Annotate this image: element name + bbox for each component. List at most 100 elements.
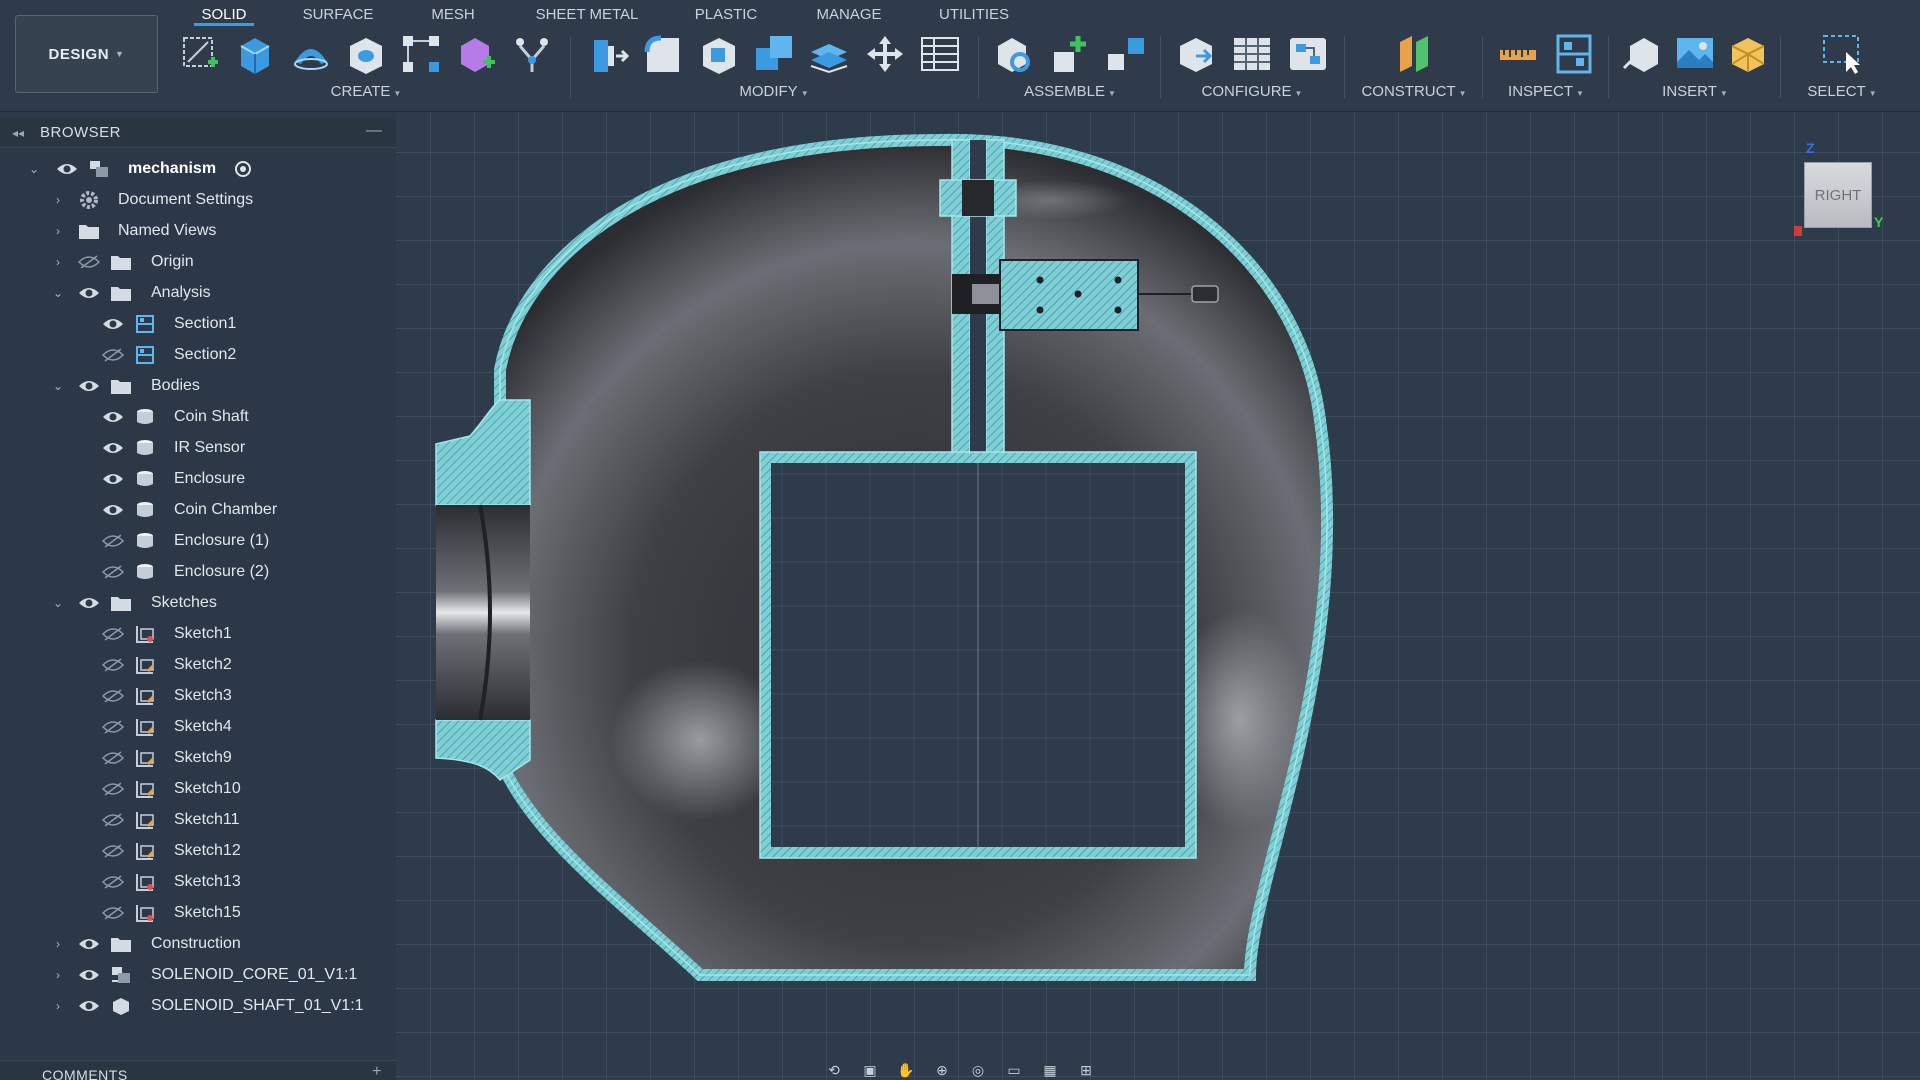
eye-icon[interactable]	[78, 285, 100, 301]
browser-item-sketch12[interactable]: Sketch12	[0, 836, 396, 866]
browser-item-named-views[interactable]: › Named Views	[0, 216, 396, 246]
combine-icon[interactable]	[750, 31, 797, 77]
chevron-right-icon[interactable]: ›	[50, 968, 66, 982]
chevron-right-icon[interactable]: ›	[50, 255, 66, 269]
construct-menu[interactable]: CONSTRUCT ▼	[1356, 83, 1472, 100]
chevron-right-icon[interactable]: ›	[50, 937, 66, 951]
viewcube[interactable]: Z RIGHT Y	[1790, 140, 1883, 240]
shell-icon[interactable]	[695, 31, 742, 77]
split-tool-icon[interactable]	[509, 31, 556, 77]
add-comment-icon[interactable]: +	[372, 1063, 382, 1080]
extrude-icon[interactable]	[231, 31, 278, 77]
eye-icon[interactable]	[56, 161, 78, 177]
eye-hidden-icon[interactable]	[102, 564, 124, 580]
chevron-right-icon[interactable]: ›	[50, 193, 66, 207]
modify-menu[interactable]: MODIFY ▼	[584, 83, 964, 100]
select-window-icon[interactable]	[1818, 31, 1866, 77]
eye-icon[interactable]	[102, 440, 124, 456]
create-sketch-icon[interactable]	[176, 31, 223, 77]
section-analysis-icon[interactable]	[1550, 31, 1598, 77]
viewports-icon[interactable]: ⊞	[1072, 1060, 1100, 1080]
eye-icon[interactable]	[102, 502, 124, 518]
configuration-table-icon[interactable]	[1228, 31, 1276, 77]
configure-model-icon[interactable]	[1172, 31, 1220, 77]
eye-hidden-icon[interactable]	[102, 812, 124, 828]
browser-item-ir-sensor[interactable]: IR Sensor	[0, 433, 396, 463]
browser-item-enclosure-2[interactable]: Enclosure (2)	[0, 557, 396, 587]
eye-icon[interactable]	[102, 409, 124, 425]
browser-item-section1[interactable]: Section1	[0, 309, 396, 339]
insert-derive-icon[interactable]	[1620, 31, 1665, 77]
fit-icon[interactable]: ◎	[964, 1060, 992, 1080]
fillet-icon[interactable]	[639, 31, 686, 77]
eye-hidden-icon[interactable]	[102, 781, 124, 797]
grid-settings-icon[interactable]: ▦	[1036, 1060, 1064, 1080]
browser-item-construction[interactable]: › Construction	[0, 929, 396, 959]
joint-icon[interactable]	[990, 31, 1038, 77]
eye-icon[interactable]	[78, 998, 100, 1014]
measure-icon[interactable]	[1494, 31, 1542, 77]
eye-hidden-icon[interactable]	[102, 533, 124, 549]
insert-mesh-icon[interactable]	[1725, 31, 1770, 77]
browser-item-analysis[interactable]: ⌄ Analysis	[0, 278, 396, 308]
browser-item-sketch9[interactable]: Sketch9	[0, 743, 396, 773]
tab-mesh[interactable]: MESH	[428, 0, 478, 26]
browser-item-document-settings[interactable]: › Document Settings	[0, 185, 396, 215]
browser-item-sketch11[interactable]: Sketch11	[0, 805, 396, 835]
browser-item-bodies[interactable]: ⌄ Bodies	[0, 371, 396, 401]
chevron-down-icon[interactable]: ⌄	[26, 162, 42, 176]
browser-item-enclosure-1[interactable]: Enclosure (1)	[0, 526, 396, 556]
new-component-icon[interactable]	[453, 31, 500, 77]
hole-icon[interactable]	[342, 31, 389, 77]
inspect-menu[interactable]: INSPECT ▼	[1494, 83, 1598, 100]
eye-hidden-icon[interactable]	[102, 874, 124, 890]
offset-face-icon[interactable]	[806, 31, 853, 77]
browser-item-enclosure[interactable]: Enclosure	[0, 464, 396, 494]
browser-item-section2[interactable]: Section2	[0, 340, 396, 370]
workspace-switcher[interactable]: DESIGN ▼	[15, 15, 158, 93]
browser-item-coin-chamber[interactable]: Coin Chamber	[0, 495, 396, 525]
select-menu[interactable]: SELECT ▼	[1790, 83, 1894, 100]
zoom-icon[interactable]: ⊕	[928, 1060, 956, 1080]
move-copy-icon[interactable]	[861, 31, 908, 77]
minimize-icon[interactable]: —	[366, 122, 382, 140]
configure-menu[interactable]: CONFIGURE ▼	[1172, 83, 1332, 100]
eye-hidden-icon[interactable]	[102, 719, 124, 735]
orbit-icon[interactable]: ⟲	[820, 1060, 848, 1080]
browser-item-solenoid-core[interactable]: › SOLENOID_CORE_01_V1:1	[0, 960, 396, 990]
comments-panel[interactable]: COMMENTS +	[0, 1060, 396, 1080]
as-built-joint-icon[interactable]	[1046, 31, 1094, 77]
eye-hidden-icon[interactable]	[102, 347, 124, 363]
browser-root[interactable]: ⌄ mechanism	[0, 154, 396, 184]
eye-hidden-icon[interactable]	[102, 688, 124, 704]
collapse-panel-icon[interactable]: ◂◂	[12, 126, 28, 140]
browser-item-sketch15[interactable]: Sketch15	[0, 898, 396, 928]
browser-item-sketches[interactable]: ⌄ Sketches	[0, 588, 396, 618]
activate-radio[interactable]	[235, 161, 251, 177]
viewport[interactable]: Z RIGHT Y	[396, 112, 1920, 1080]
insert-canvas-icon[interactable]	[1673, 31, 1718, 77]
eye-icon[interactable]	[78, 936, 100, 952]
assemble-menu[interactable]: ASSEMBLE ▼	[990, 83, 1150, 100]
pan-icon[interactable]: ✋	[892, 1060, 920, 1080]
root-label[interactable]: mechanism	[128, 160, 216, 178]
model-section-view[interactable]	[396, 112, 1920, 1080]
revolve-icon[interactable]	[287, 31, 334, 77]
change-parameters-icon[interactable]	[917, 31, 964, 77]
eye-hidden-icon[interactable]	[102, 750, 124, 766]
chevron-right-icon[interactable]: ›	[50, 999, 66, 1013]
tab-surface[interactable]: SURFACE	[300, 0, 376, 26]
eye-icon[interactable]	[78, 967, 100, 983]
press-pull-icon[interactable]	[584, 31, 631, 77]
chevron-down-icon[interactable]: ⌄	[50, 286, 66, 300]
tab-solid[interactable]: SOLID	[194, 0, 254, 26]
eye-hidden-icon[interactable]	[102, 843, 124, 859]
browser-item-sketch1[interactable]: Sketch1	[0, 619, 396, 649]
display-settings-icon[interactable]: ▭	[1000, 1060, 1028, 1080]
eye-hidden-icon[interactable]	[102, 626, 124, 642]
browser-item-origin[interactable]: › Origin	[0, 247, 396, 277]
eye-icon[interactable]	[102, 471, 124, 487]
eye-icon[interactable]	[78, 378, 100, 394]
eye-hidden-icon[interactable]	[78, 254, 100, 270]
eye-hidden-icon[interactable]	[102, 657, 124, 673]
